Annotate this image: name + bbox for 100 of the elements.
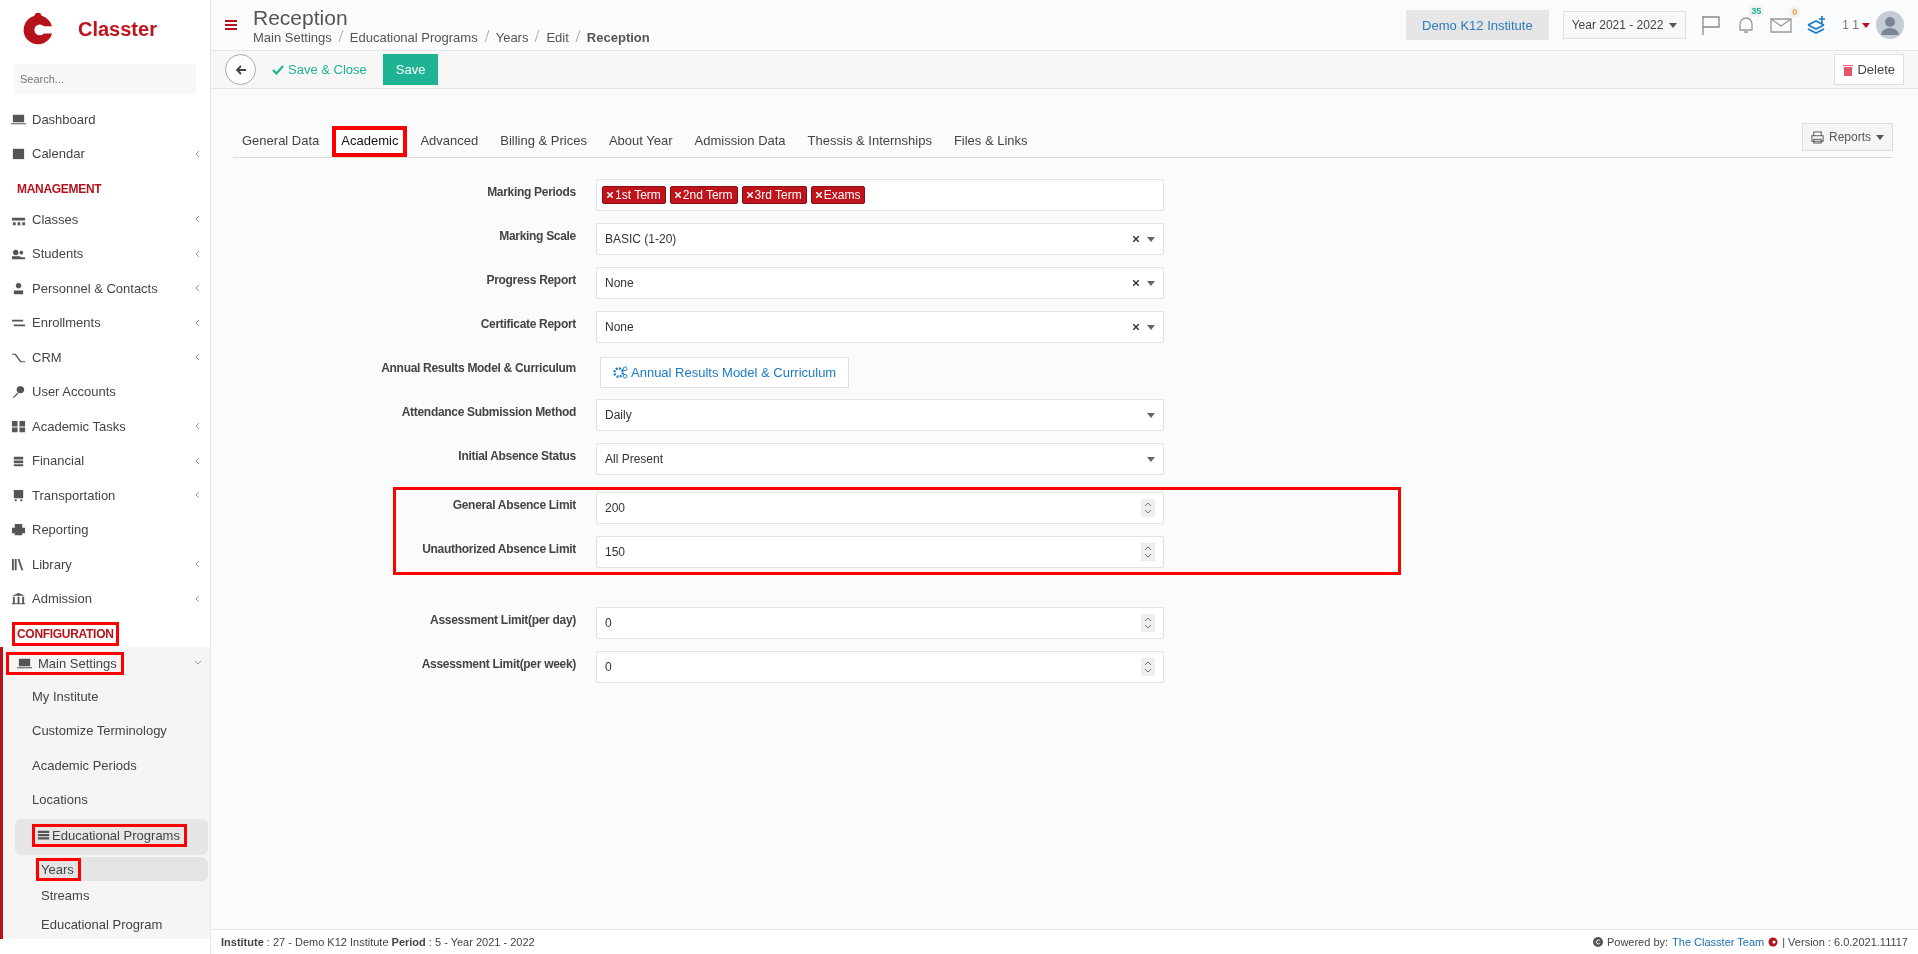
tag[interactable]: 3rd Term [741,186,807,204]
caret-icon [1669,22,1678,28]
caret-icon [1876,134,1884,140]
sidebar-item[interactable]: Reporting [0,512,210,547]
select-field[interactable]: None [596,267,1164,299]
breadcrumb-separator [483,29,490,42]
submenu-item[interactable]: Locations [3,782,210,817]
field-label: Certificate Report [479,316,576,331]
clear-icon[interactable] [1133,324,1139,330]
tab[interactable]: About Year [599,126,682,157]
number-field[interactable]: 150 [596,536,1164,568]
powered-by-text: Powered by: [1606,936,1669,948]
tab[interactable]: Advanced [411,126,488,157]
check-icon [272,64,284,75]
submenu-item[interactable]: Streams [3,881,208,910]
remove-icon [746,192,753,198]
section-heading: MANAGEMENT [16,181,103,198]
select-field[interactable]: Daily [596,399,1164,431]
back-button[interactable] [225,54,256,85]
notification-badge: 35 [1748,5,1765,17]
field-label: Assessment Limit(per day) [429,612,576,627]
search-field[interactable]: Search... [14,64,196,94]
sidebar-item[interactable]: Dashboard [0,102,210,137]
caret-icon [1147,236,1155,242]
section-heading: CONFIGURATION [12,622,119,646]
spinner-icon[interactable] [1141,614,1155,632]
tab[interactable]: Academic [332,126,408,157]
sidebar-item[interactable]: Main Settings [0,647,210,679]
spinner-icon[interactable] [1141,543,1155,561]
arrow-left-icon [234,63,247,76]
submenu-item[interactable]: Years [35,857,208,881]
field-label: Marking Scale [498,228,576,243]
tag[interactable]: Exams [810,186,866,204]
tab[interactable]: General Data [233,126,329,157]
tab[interactable]: Admission Data [685,126,795,157]
number-field[interactable]: 200 [596,492,1164,524]
version-text: | Version : 6.0.2021.11117 [1782,936,1908,948]
year-dropdown[interactable]: Year 2021 - 2022 [1562,11,1687,39]
flag-icon[interactable] [1700,14,1723,36]
clear-icon[interactable] [1133,236,1139,242]
sidebar-item[interactable]: User Accounts [0,374,210,409]
institute-button[interactable]: Demo K12 Institute [1406,10,1549,40]
sidebar-item[interactable]: CRM [0,340,210,375]
select-field[interactable]: None [596,311,1164,343]
caret-icon [1862,22,1870,28]
submenu-item[interactable]: Customize Terminology [3,713,210,748]
submenu-item[interactable]: Academic Periods [3,748,210,783]
reports-button[interactable]: Reports [1801,123,1893,151]
trash-icon [1843,63,1854,76]
tag[interactable]: 1st Term [602,186,666,204]
tab[interactable]: Files & Links [944,126,1037,157]
spinner-icon[interactable] [1141,499,1155,517]
breadcrumb-separator [574,29,581,42]
copyright-icon [1592,937,1603,947]
field-label: Marking Periods [486,184,576,199]
caret-icon [1147,412,1155,418]
breadcrumb-item[interactable]: Educational Programs [349,29,478,45]
breadcrumb-separator [337,29,344,42]
breadcrumb-item[interactable]: Edit [546,29,569,45]
submenu-item[interactable]: My Institute [3,679,210,714]
field-label: Initial Absence Status [457,448,576,463]
caret-icon [1147,324,1155,330]
server-icon [37,829,51,842]
model-button[interactable]: Annual Results Model & Curriculum [600,357,850,388]
user-menu[interactable]: 1 1 [1842,18,1870,32]
sidebar-item[interactable]: Academic Tasks [0,409,210,444]
sidebar-item[interactable]: Calendar [0,136,210,171]
sidebar-item[interactable]: Personnel & Contacts [0,271,210,306]
field-label: Unauthorized Absence Limit [421,541,576,556]
sidebar-item[interactable]: Library [0,547,210,582]
team-link[interactable]: The Classter Team [1672,936,1765,948]
tag[interactable]: 2nd Term [669,186,738,204]
number-field[interactable]: 0 [596,607,1164,639]
spinner-icon[interactable] [1141,658,1155,676]
sidebar-item[interactable]: Financial [0,443,210,478]
footer-info: Institute : 27 - Demo K12 Institute Period : 5 - Year 2021 - 2022 [221,936,535,948]
logo-icon [1768,937,1779,947]
submenu-item[interactable]: Educational Programs [15,819,208,855]
mail-icon[interactable] [1770,16,1793,34]
remove-icon [674,192,681,198]
tags-field[interactable]: 1st Term 2nd Term 3rd Term Exams [596,179,1164,211]
submenu-item[interactable]: Educational Program [3,910,208,939]
caret-icon [1147,280,1155,286]
breadcrumb-separator [534,29,541,42]
breadcrumb-item[interactable]: Years [495,29,529,45]
avatar[interactable] [1876,11,1904,39]
sidebar-item[interactable]: Students [0,236,210,271]
tab[interactable]: Billing & Prices [491,126,596,157]
clear-icon[interactable] [1133,280,1139,286]
number-field[interactable]: 0 [596,651,1164,683]
select-field[interactable]: All Present [596,443,1164,475]
field-label: General Absence Limit [451,497,576,512]
sidebar-item[interactable]: Admission [0,581,210,616]
sidebar-item[interactable]: Transportation [0,478,210,513]
tab[interactable]: Thessis & Internships [798,126,941,157]
breadcrumb-item[interactable]: Main Settings [253,29,332,45]
delete-button[interactable]: Delete [1834,54,1904,85]
sidebar-item[interactable]: Classes [0,202,210,237]
sidebar-item[interactable]: Enrollments [0,305,210,340]
select-field[interactable]: BASIC (1-20) [596,223,1164,255]
